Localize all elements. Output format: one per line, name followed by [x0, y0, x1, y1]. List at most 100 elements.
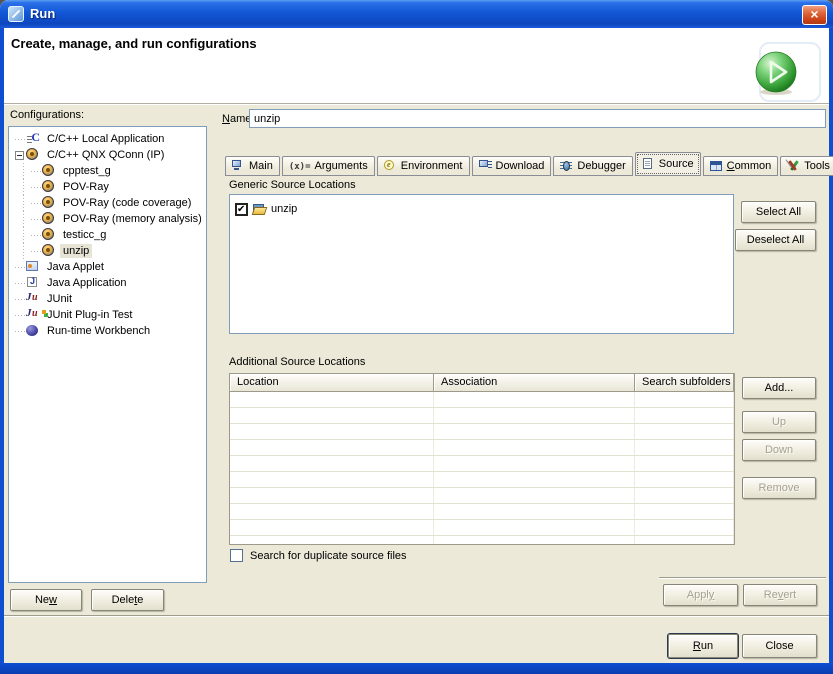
configurations-tree[interactable]: C/C++ Local ApplicationC/C++ QNX QConn (… — [8, 126, 207, 583]
table-cell — [230, 520, 434, 535]
run-play-icon — [753, 50, 799, 96]
banner: Create, manage, and run configurations — [4, 28, 829, 104]
duplicate-sources-label: Search for duplicate source files — [250, 550, 407, 562]
apply-button[interactable]: Apply — [663, 584, 738, 606]
table-cell — [635, 408, 734, 423]
tree-connector — [15, 267, 25, 268]
table-cell — [635, 488, 734, 503]
table-cell — [230, 488, 434, 503]
window-border-right — [829, 28, 833, 674]
tab-tools[interactable]: Tools — [780, 156, 833, 176]
column-header-location[interactable]: Location — [230, 374, 434, 392]
table-row[interactable] — [230, 536, 734, 545]
tree-connector — [15, 283, 25, 284]
apply-separator — [659, 577, 826, 579]
common-tab-icon — [710, 160, 723, 172]
tree-item-java-applet[interactable]: Java Applet — [9, 259, 206, 275]
tab-common[interactable]: Common — [703, 156, 779, 176]
item-checkbox[interactable] — [235, 203, 248, 216]
tree-item-c-c-local-application[interactable]: C/C++ Local Application — [9, 131, 206, 147]
tree-item-label: POV-Ray (code coverage) — [60, 196, 194, 210]
tab-source[interactable]: Source — [635, 152, 701, 176]
titlebar[interactable]: Run × — [0, 0, 833, 28]
table-row[interactable] — [230, 488, 734, 504]
table-row[interactable] — [230, 424, 734, 440]
tab-main[interactable]: Main — [225, 156, 280, 176]
tree-item-pov-ray[interactable]: POV-Ray — [9, 179, 206, 195]
tree-item-unzip[interactable]: unzip — [9, 243, 206, 259]
remove-button[interactable]: Remove — [742, 477, 816, 499]
tab-debugger[interactable]: Debugger — [553, 156, 632, 176]
tree-item-junit[interactable]: JUnit — [9, 291, 206, 307]
deselect-all-button[interactable]: Deselect All — [735, 229, 816, 251]
close-icon: × — [810, 6, 818, 22]
tree-indent — [9, 195, 31, 211]
tree-item-run-time-workbench[interactable]: Run-time Workbench — [9, 323, 206, 339]
table-body — [230, 392, 734, 545]
column-header-association[interactable]: Association — [434, 374, 635, 392]
run-dialog-window: Run × Create, manage, and run configurat… — [0, 0, 833, 674]
duplicate-sources-checkbox[interactable] — [230, 549, 243, 562]
table-row[interactable] — [230, 440, 734, 456]
tree-item-c-c-qnx-qconn-ip[interactable]: C/C++ QNX QConn (IP) — [9, 147, 206, 163]
delete-button[interactable]: Delete — [91, 589, 164, 611]
new-button[interactable]: New — [10, 589, 82, 611]
download-tab-icon — [479, 160, 492, 172]
environment-tab-icon — [384, 160, 397, 172]
tree-connector — [31, 203, 41, 204]
down-button[interactable]: Down — [742, 439, 816, 461]
select-all-button[interactable]: Select All — [741, 201, 816, 223]
add-button[interactable]: Add... — [742, 377, 816, 399]
table-cell — [635, 424, 734, 439]
table-cell — [635, 456, 734, 471]
generic-source-list[interactable]: unzip — [229, 194, 734, 334]
configurations-label: Configurations: — [10, 109, 84, 121]
table-cell — [434, 424, 635, 439]
table-row[interactable] — [230, 504, 734, 520]
column-header-search-subfolders[interactable]: Search subfolders — [635, 374, 734, 392]
table-row[interactable] — [230, 472, 734, 488]
table-row[interactable] — [230, 408, 734, 424]
tab-label: Environment — [401, 160, 463, 172]
tree-indent — [9, 179, 31, 195]
collapse-toggle-icon[interactable] — [15, 151, 24, 160]
additional-source-table[interactable]: LocationAssociationSearch subfolders — [229, 373, 735, 545]
table-cell — [230, 504, 434, 519]
table-cell — [434, 392, 635, 407]
tree-item-label: Java Applet — [44, 260, 107, 274]
tree-connector — [31, 187, 41, 188]
tree-item-pov-ray-code-coverage[interactable]: POV-Ray (code coverage) — [9, 195, 206, 211]
debugger-tab-icon — [560, 160, 573, 172]
table-cell — [635, 504, 734, 519]
close-button[interactable]: Close — [742, 634, 817, 658]
tab-label: Main — [249, 160, 273, 172]
tab-arguments[interactable]: Arguments — [282, 156, 375, 176]
tree-item-junit-plug-in-test[interactable]: JUnit Plug-in Test — [9, 307, 206, 323]
generic-source-item-unzip[interactable]: unzip — [235, 201, 733, 217]
table-cell — [434, 456, 635, 471]
run-button[interactable]: Run — [668, 634, 738, 658]
table-cell — [434, 504, 635, 519]
close-window-button[interactable]: × — [802, 5, 827, 25]
tab-environment[interactable]: Environment — [377, 156, 470, 176]
table-cell — [635, 440, 734, 455]
name-input[interactable] — [249, 109, 826, 128]
qnx-gear-icon — [42, 196, 56, 210]
tree-item-java-application[interactable]: Java Application — [9, 275, 206, 291]
tree-item-cpptest-g[interactable]: cpptest_g — [9, 163, 206, 179]
revert-button[interactable]: Revert — [743, 584, 817, 606]
table-row[interactable] — [230, 392, 734, 408]
tree-item-testicc-g[interactable]: testicc_g — [9, 227, 206, 243]
table-row[interactable] — [230, 520, 734, 536]
qnx-gear-icon — [42, 244, 56, 258]
table-row[interactable] — [230, 456, 734, 472]
tree-item-label: C/C++ QNX QConn (IP) — [44, 148, 167, 162]
tab-download[interactable]: Download — [472, 156, 552, 176]
up-button[interactable]: Up — [742, 411, 816, 433]
tree-item-pov-ray-memory-analysis[interactable]: POV-Ray (memory analysis) — [9, 211, 206, 227]
tree-item-label: testicc_g — [60, 228, 109, 242]
tools-tab-icon — [787, 160, 800, 172]
table-cell — [230, 424, 434, 439]
tree-connector — [15, 299, 25, 300]
table-cell — [434, 488, 635, 503]
